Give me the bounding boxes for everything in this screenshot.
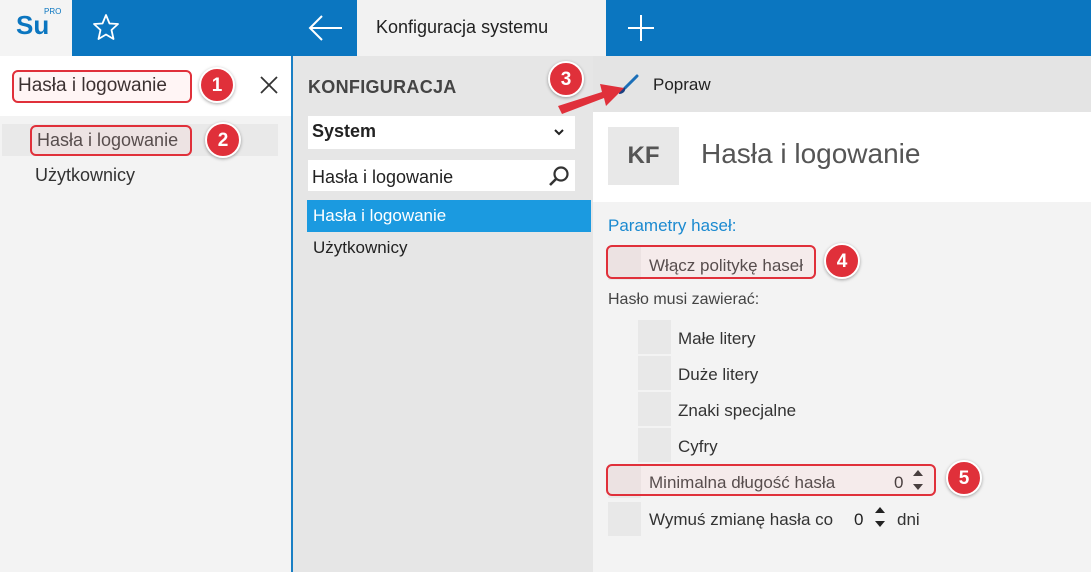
uppercase-label: Duże litery [678,365,759,384]
left-item-label: Użytkownicy [35,165,136,185]
middle-search-input[interactable]: Hasła i logowanie [308,160,575,191]
force-change-checkbox[interactable] [608,502,641,536]
back-arrow-icon[interactable] [300,10,350,46]
chevron-down-icon [554,129,564,136]
plus-icon[interactable] [622,10,660,46]
callout-highlight-1 [12,70,192,103]
lowercase-label: Małe litery [678,329,756,348]
callout-highlight-2 [30,125,192,156]
page-title: Hasła i logowanie [701,138,921,169]
callout-badge-4: 4 [824,243,860,279]
special-chars-label: Znaki specjalne [678,401,797,420]
middle-item-hasla[interactable]: Hasła i logowanie [307,200,591,232]
must-contain-label: Hasło musi zawierać: [608,291,760,308]
system-dropdown[interactable]: System [308,116,575,149]
uppercase-checkbox[interactable] [638,356,671,390]
force-change-input[interactable]: 0 [854,510,863,530]
toolbar: Popraw [593,56,1091,112]
middle-panel: KONFIGURACJA System Hasła i logowanie Ha… [293,56,593,572]
star-icon[interactable] [90,11,122,43]
force-change-label: Wymuś zmianę hasła co [649,510,834,529]
kf-badge-text: KF [627,142,660,169]
callout-highlight-5 [606,464,936,496]
middle-item-label: Hasła i logowanie [313,206,447,225]
force-change-unit: dni [897,510,920,529]
callout-badge-1: 1 [199,67,235,103]
tab-label: Konfiguracja systemu [376,17,549,37]
callout-badge-2: 2 [205,122,241,158]
callout-highlight-4 [606,245,816,279]
force-change-spinner-icon[interactable] [874,504,886,530]
callout-badge-5: 5 [946,460,982,496]
kf-badge: KF [608,127,679,185]
search-icon[interactable] [547,164,571,188]
middle-search-value: Hasła i logowanie [312,167,454,187]
callout-number: 2 [217,130,229,151]
page-header: KF Hasła i logowanie [593,112,1091,202]
middle-item-uzytkownicy[interactable]: Użytkownicy [307,232,591,264]
callout-number: 5 [958,468,970,489]
lowercase-checkbox[interactable] [638,320,671,354]
close-icon[interactable] [256,72,282,98]
callout-number: 1 [211,75,223,96]
digits-checkbox[interactable] [638,428,671,462]
callout-number: 3 [560,69,572,90]
tab-konfiguracja[interactable]: Konfiguracja systemu [357,0,606,56]
callout-badge-3: 3 [548,61,584,97]
app-logo[interactable]: Su PRO [0,0,72,56]
middle-item-label: Użytkownicy [313,238,408,257]
dropdown-value: System [312,121,377,141]
logo-superscript: PRO [44,7,62,16]
digits-label: Cyfry [678,437,718,456]
left-item-uzytkownicy[interactable]: Użytkownicy [0,159,276,191]
callout-number: 4 [836,251,848,272]
special-chars-checkbox[interactable] [638,392,671,426]
middle-title: KONFIGURACJA [308,77,457,97]
section-title: Parametry haseł: [608,216,737,235]
top-bar: Su PRO Konfiguracja systemu [0,0,1091,56]
popraw-button[interactable]: Popraw [653,75,711,95]
